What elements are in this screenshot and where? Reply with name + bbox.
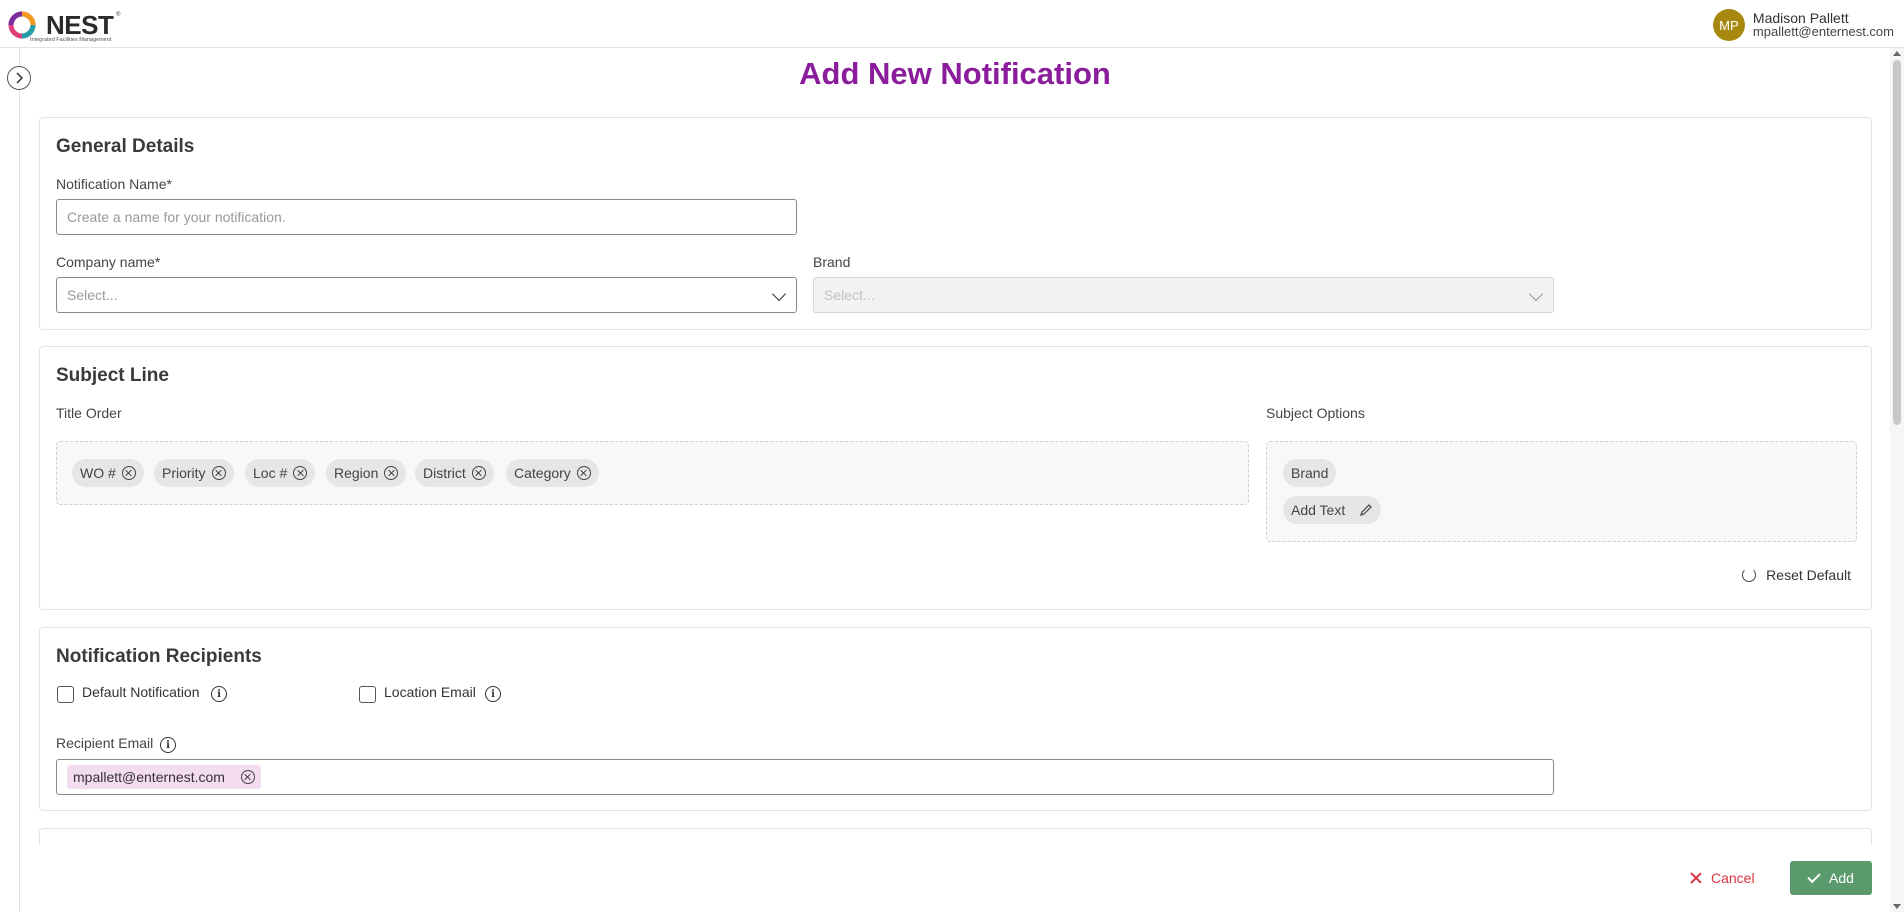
title-order-label: Title Order bbox=[56, 405, 122, 421]
location-email-checkbox[interactable] bbox=[359, 686, 376, 703]
chevron-down-icon bbox=[771, 286, 787, 302]
brand-label: Brand bbox=[813, 254, 851, 270]
subject-options-dropzone[interactable]: Brand Add Text bbox=[1266, 441, 1857, 542]
brand-placeholder: Select... bbox=[824, 287, 875, 303]
next-section-card bbox=[39, 828, 1872, 844]
info-icon[interactable]: i bbox=[485, 686, 501, 702]
default-notification-label: Default Notification bbox=[82, 684, 200, 700]
side-rail bbox=[0, 48, 20, 912]
footer-bar bbox=[21, 845, 1889, 912]
add-label: Add bbox=[1829, 870, 1854, 886]
title-order-chip-category[interactable]: Category bbox=[506, 459, 599, 487]
refresh-icon bbox=[1742, 568, 1757, 582]
title-order-dropzone[interactable]: WO # Priority Loc # Region District Cate… bbox=[56, 441, 1249, 505]
remove-chip-icon[interactable] bbox=[576, 466, 591, 480]
reset-default-button[interactable]: Reset Default bbox=[1742, 567, 1851, 583]
notification-recipients-card: Notification Recipients Default Notifica… bbox=[39, 627, 1872, 811]
user-profile[interactable]: MP Madison Pallett mpallett@enternest.co… bbox=[1712, 8, 1894, 42]
check-icon bbox=[1807, 869, 1821, 884]
general-details-heading: General Details bbox=[56, 136, 195, 157]
default-notification-checkbox[interactable] bbox=[57, 686, 74, 703]
logo-tagline: Integrated Facilities Management bbox=[30, 37, 112, 43]
general-details-card: General Details Notification Name* Creat… bbox=[39, 117, 1872, 330]
subject-line-heading: Subject Line bbox=[56, 365, 169, 386]
title-order-chip-loc[interactable]: Loc # bbox=[245, 459, 316, 487]
brand-select[interactable]: Select... bbox=[813, 277, 1554, 313]
location-email-label: Location Email bbox=[384, 684, 476, 700]
subject-option-add-text[interactable]: Add Text bbox=[1283, 496, 1382, 524]
subject-options-label: Subject Options bbox=[1266, 405, 1365, 421]
remove-email-icon[interactable] bbox=[240, 770, 255, 784]
title-order-chip-district[interactable]: District bbox=[415, 459, 494, 487]
remove-chip-icon[interactable] bbox=[121, 466, 136, 480]
page-title: Add New Notification bbox=[799, 56, 1111, 91]
title-order-chip-region[interactable]: Region bbox=[326, 459, 407, 487]
title-order-chip-priority[interactable]: Priority bbox=[154, 459, 234, 487]
remove-chip-icon[interactable] bbox=[471, 466, 486, 480]
scroll-up-arrow-icon[interactable] bbox=[1893, 51, 1901, 56]
user-email: mpallett@enternest.com bbox=[1752, 24, 1894, 39]
notification-name-label: Notification Name* bbox=[56, 176, 172, 192]
page-scrollbar[interactable] bbox=[1890, 48, 1904, 912]
info-icon[interactable]: i bbox=[211, 686, 227, 702]
recipient-email-label: Recipient Email bbox=[56, 735, 154, 751]
notification-recipients-heading: Notification Recipients bbox=[56, 646, 262, 667]
add-button[interactable]: Add bbox=[1790, 861, 1872, 895]
remove-chip-icon[interactable] bbox=[293, 466, 308, 480]
pencil-icon[interactable] bbox=[1359, 503, 1373, 517]
logo-registered-mark: ® bbox=[116, 12, 121, 18]
company-name-label: Company name* bbox=[56, 254, 161, 270]
recipient-email-chip[interactable]: mpallett@enternest.com bbox=[67, 765, 261, 789]
subject-option-brand[interactable]: Brand bbox=[1283, 459, 1337, 487]
title-order-chip-wo[interactable]: WO # bbox=[72, 459, 144, 487]
top-bar: NEST ® Integrated Facilities Management … bbox=[0, 0, 1904, 48]
close-icon bbox=[1690, 872, 1702, 884]
reset-default-label: Reset Default bbox=[1766, 567, 1851, 583]
company-name-select[interactable]: Select... bbox=[56, 277, 797, 313]
nest-logo[interactable]: NEST ® Integrated Facilities Management bbox=[6, 4, 126, 46]
avatar: MP bbox=[1712, 9, 1745, 41]
chevron-down-icon bbox=[1528, 286, 1544, 302]
company-name-placeholder: Select... bbox=[67, 287, 118, 303]
notification-name-placeholder: Create a name for your notification. bbox=[67, 209, 286, 225]
user-name: Madison Pallett bbox=[1752, 10, 1849, 26]
recipient-email-input[interactable]: mpallett@enternest.com bbox=[56, 759, 1554, 795]
scroll-thumb[interactable] bbox=[1893, 60, 1901, 425]
notification-name-input[interactable]: Create a name for your notification. bbox=[56, 199, 797, 235]
remove-chip-icon[interactable] bbox=[211, 466, 226, 480]
remove-chip-icon[interactable] bbox=[384, 466, 399, 480]
subject-line-card: Subject Line Title Order WO # Priority L… bbox=[39, 346, 1872, 610]
cancel-label: Cancel bbox=[1711, 870, 1755, 886]
cancel-button[interactable]: Cancel bbox=[1690, 866, 1755, 890]
info-icon[interactable]: i bbox=[160, 737, 176, 753]
scroll-down-arrow-icon[interactable] bbox=[1893, 904, 1901, 909]
